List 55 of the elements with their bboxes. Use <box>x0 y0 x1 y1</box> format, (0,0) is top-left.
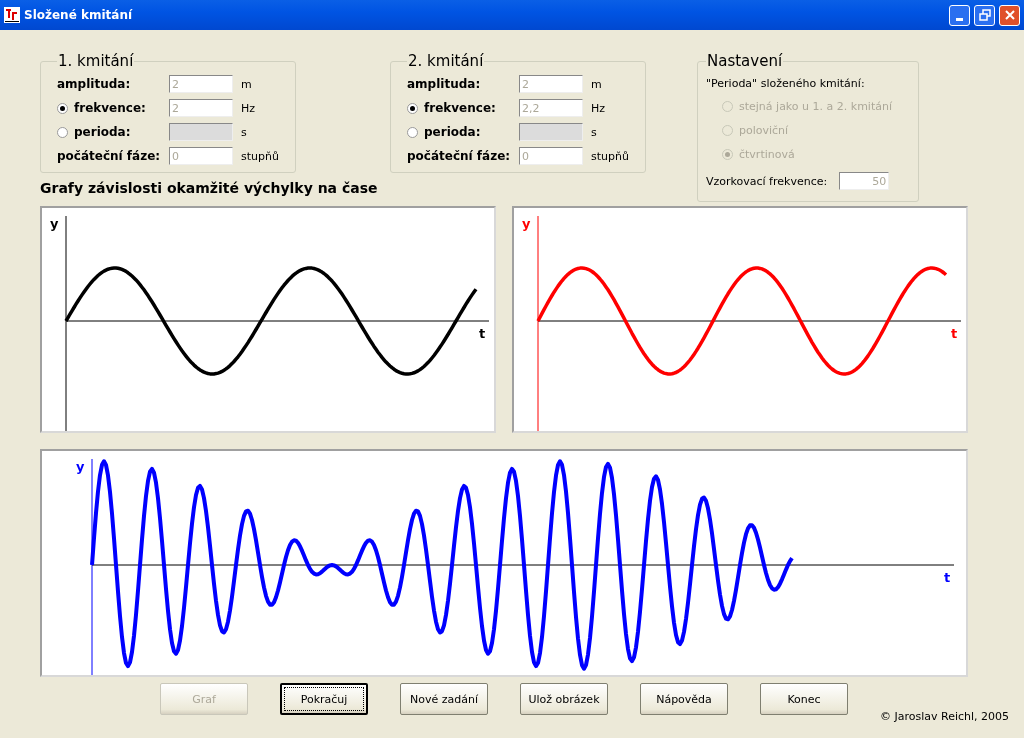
unit-label: stupňů <box>591 149 629 163</box>
input-field[interactable]: 2 <box>169 99 233 117</box>
input-field[interactable] <box>169 123 233 141</box>
input-field[interactable] <box>519 123 583 141</box>
dialog-button[interactable]: Konec <box>760 683 848 715</box>
input-field[interactable]: 2,2 <box>519 99 583 117</box>
input-field[interactable]: 2 <box>169 75 233 93</box>
copyright-text: © Jaroslav Reichl, 2005 <box>880 710 1010 723</box>
close-icon <box>1003 9 1016 21</box>
axis-label: y <box>522 216 531 231</box>
app-icon <box>4 7 20 23</box>
unit-label: s <box>591 125 597 139</box>
axis-label: t <box>479 326 486 341</box>
dialog-button[interactable]: Ulož obrázek <box>520 683 608 715</box>
unit-label: Hz <box>241 101 256 115</box>
field-label: amplituda: <box>407 77 481 91</box>
field-label: počáteční fáze: <box>407 149 511 163</box>
field-label: perioda: <box>424 125 481 139</box>
radio-button[interactable] <box>407 126 418 138</box>
input-field[interactable]: 0 <box>169 147 233 165</box>
settings-prompt: "Perioda" složeného kmitání: <box>706 75 866 92</box>
radio-button[interactable] <box>407 102 418 114</box>
input-field[interactable]: 2 <box>519 75 583 93</box>
field-label: amplituda: <box>57 77 131 91</box>
unit-label: stupňů <box>241 149 279 163</box>
restore-icon <box>978 9 991 21</box>
field-label: frekvence: <box>424 101 496 115</box>
field-label: počáteční fáze: <box>57 149 161 163</box>
field-label: frekvence: <box>74 101 146 115</box>
dialog-button[interactable]: Nápověda <box>640 683 728 715</box>
input-field[interactable]: 50 <box>839 172 890 190</box>
unit-label: m <box>591 77 602 91</box>
radio-button[interactable] <box>57 102 68 114</box>
field-label: Vzorkovací frekvence: <box>706 174 828 188</box>
field-label: perioda: <box>74 125 131 139</box>
unit-label: m <box>241 77 252 91</box>
axis-label: t <box>951 326 958 341</box>
section-heading: Grafy závislosti okamžité výchylky na čase <box>40 180 379 196</box>
axis-label: t <box>944 570 951 585</box>
axis-label: y <box>50 216 59 231</box>
window-title: Složené kmitání <box>24 8 134 22</box>
minimize-button[interactable] <box>949 4 970 26</box>
close-button[interactable] <box>999 4 1020 26</box>
unit-label: s <box>241 125 247 139</box>
axis-label: y <box>76 459 85 474</box>
input-field[interactable]: 0 <box>519 147 583 165</box>
minimize-icon <box>956 17 963 21</box>
group-title: 1. kmitání <box>57 52 135 70</box>
radio-button[interactable] <box>57 126 68 138</box>
restore-button[interactable] <box>974 4 995 26</box>
group-title: 2. kmitání <box>407 52 485 70</box>
unit-label: Hz <box>591 101 606 115</box>
dialog-button[interactable]: Nové zadání <box>400 683 488 715</box>
group-title: Nastavení <box>706 52 784 70</box>
dialog-button[interactable]: Pokračuj <box>280 683 368 715</box>
